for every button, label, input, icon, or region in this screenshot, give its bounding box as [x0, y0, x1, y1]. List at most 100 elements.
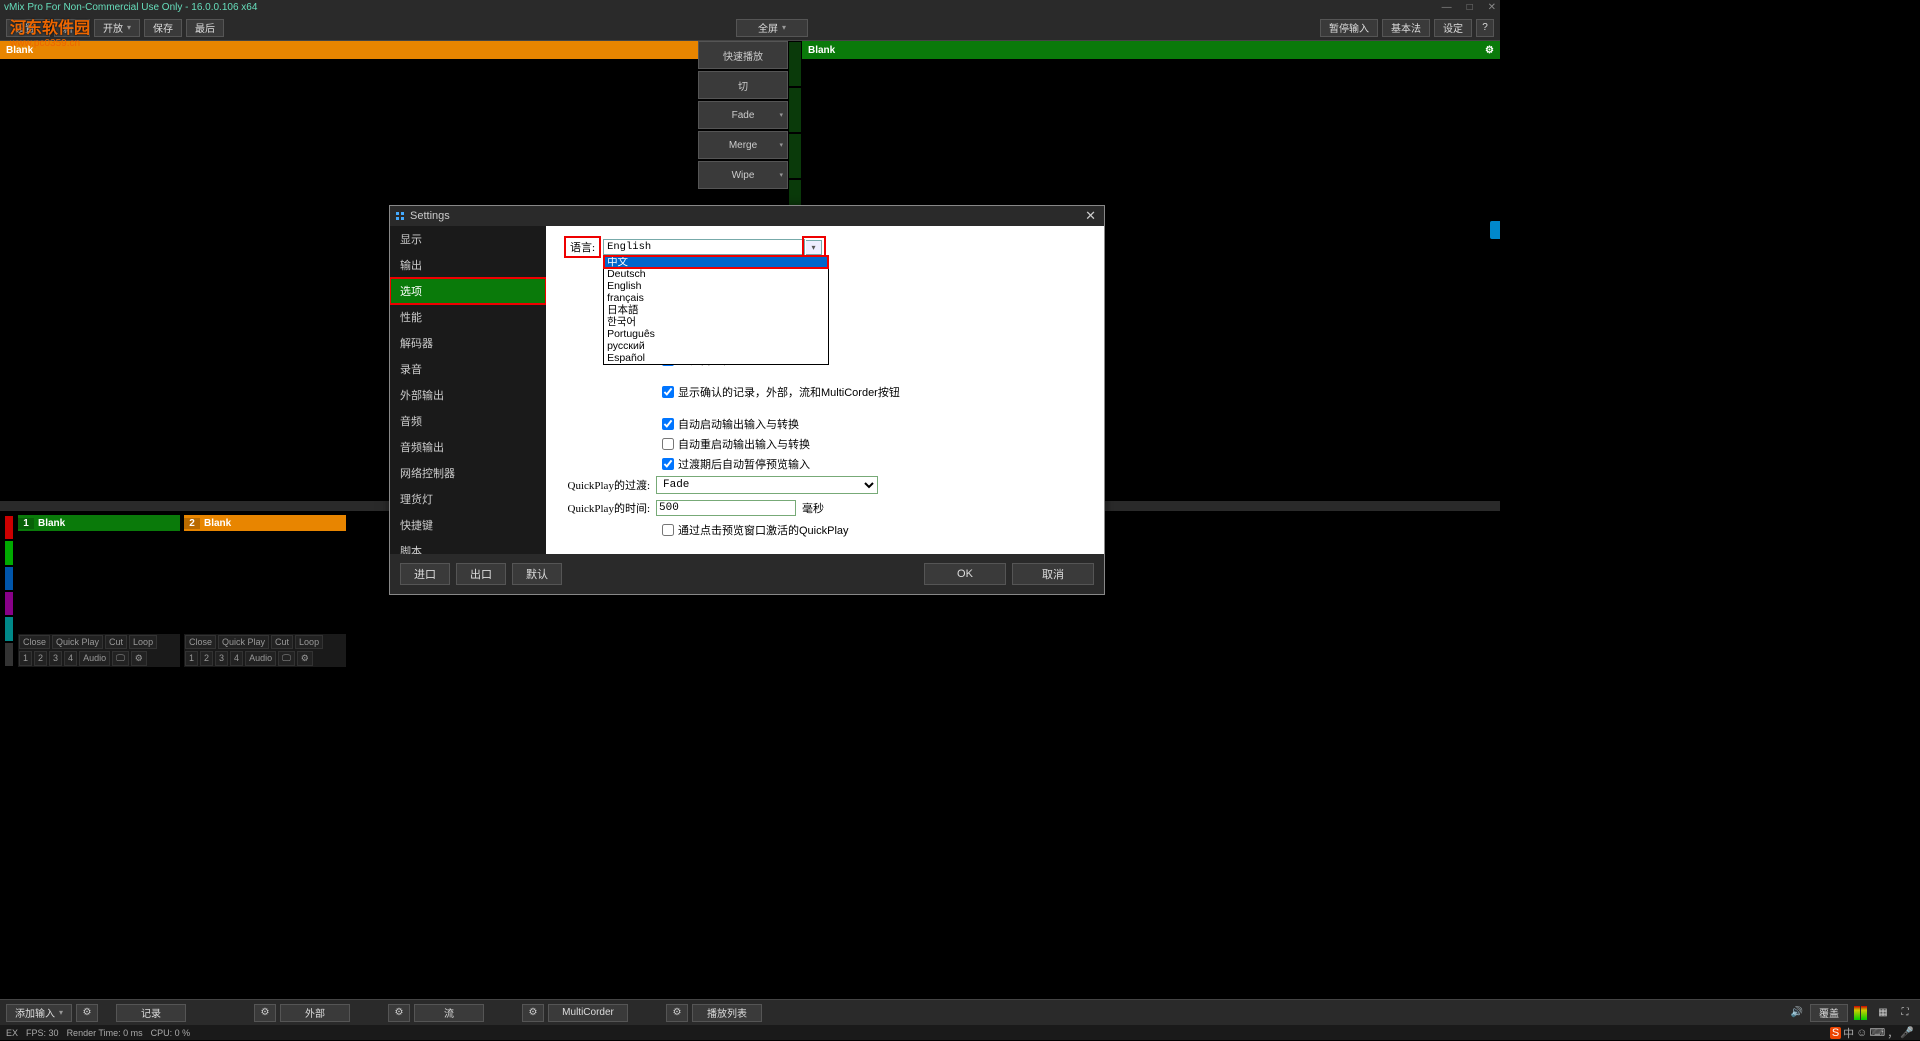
settings-button[interactable]: 设定 — [1434, 19, 1472, 37]
close-window-button[interactable]: ✕ — [1488, 2, 1496, 13]
category-tabs[interactable] — [4, 515, 14, 667]
sidebar-item-recording[interactable]: 录音 — [390, 356, 546, 382]
sidebar-item-options[interactable]: 选项 — [390, 278, 546, 304]
input-quickplay[interactable]: Quick Play — [52, 635, 103, 649]
input-overlay-2[interactable]: 2 — [34, 651, 47, 666]
input-close[interactable]: Close — [185, 635, 216, 649]
cut-button[interactable]: 切 — [698, 71, 788, 99]
input-loop[interactable]: Loop — [295, 635, 323, 649]
input-card-2[interactable]: 2 Blank Close Quick Play Cut Loop 1 2 3 … — [184, 515, 346, 667]
sidebar-item-external-output[interactable]: 外部输出 — [390, 382, 546, 408]
external-button[interactable]: 外部 — [280, 1004, 350, 1022]
input-overlay-1[interactable]: 1 — [19, 651, 32, 666]
sidebar-item-shortcuts[interactable]: 快捷键 — [390, 512, 546, 538]
input-cut[interactable]: Cut — [105, 635, 127, 649]
quickplay-button[interactable]: 快速播放 — [698, 41, 788, 69]
ime-comma-icon[interactable]: ， — [1887, 1025, 1898, 1041]
ime-s-icon[interactable]: S — [1830, 1027, 1841, 1039]
minimize-button[interactable]: — — [1442, 2, 1452, 13]
input-overlay-3[interactable]: 3 — [49, 651, 62, 666]
input-close[interactable]: Close — [19, 635, 50, 649]
wipe-button[interactable]: Wipe — [698, 161, 788, 189]
stream-button[interactable]: 流 — [414, 1004, 484, 1022]
ok-button[interactable]: OK — [924, 563, 1006, 585]
maximize-button[interactable]: □ — [1467, 2, 1473, 13]
lang-option-es[interactable]: Español — [604, 352, 828, 364]
multicorder-gear-icon[interactable]: ⚙ — [522, 1004, 544, 1022]
ime-keyboard-icon[interactable]: ⌨ — [1869, 1026, 1885, 1039]
quickplay-time-input[interactable] — [656, 500, 796, 516]
sidebar-item-performance[interactable]: 性能 — [390, 304, 546, 330]
sidebar-item-audio[interactable]: 音频 — [390, 408, 546, 434]
chevron-down-icon[interactable]: ▾ — [806, 240, 822, 255]
lang-option-de[interactable]: Deutsch — [604, 268, 828, 280]
ime-zhong-icon[interactable]: 中 — [1843, 1025, 1854, 1041]
sidebar-item-scripts[interactable]: 脚本 — [390, 538, 546, 554]
input-overlay-3[interactable]: 3 — [215, 651, 228, 666]
last-button[interactable]: 最后 — [186, 19, 224, 37]
lang-option-fr[interactable]: français — [604, 292, 828, 304]
input-2-thumb[interactable] — [184, 531, 346, 634]
chk-activate-click[interactable] — [662, 524, 674, 536]
sidebar-item-web-controller[interactable]: 网络控制器 — [390, 460, 546, 486]
fullscreen-button[interactable]: 全屏 — [736, 19, 808, 37]
vu-icon[interactable] — [1852, 1005, 1870, 1021]
dialog-close-icon[interactable]: ✕ — [1081, 208, 1100, 224]
chk-auto-start[interactable] — [662, 418, 674, 430]
language-combo-value[interactable]: English — [603, 239, 805, 255]
import-button[interactable]: 进口 — [400, 563, 450, 585]
input-overlay-4[interactable]: 4 — [64, 651, 77, 666]
input-quickplay[interactable]: Quick Play — [218, 635, 269, 649]
sidebar-item-audio-output[interactable]: 音频输出 — [390, 434, 546, 460]
default-button[interactable]: 默认 — [512, 563, 562, 585]
input-gear-icon[interactable]: ⚙ — [297, 651, 313, 666]
preview-right-gear-icon[interactable]: ⚙ — [1485, 45, 1494, 56]
overlay-button[interactable]: 覆盖 — [1810, 1004, 1848, 1022]
save-button[interactable]: 保存 — [144, 19, 182, 37]
input-loop[interactable]: Loop — [129, 635, 157, 649]
volume-icon[interactable]: 🔊 — [1788, 1005, 1806, 1021]
basic-button[interactable]: 基本法 — [1382, 19, 1430, 37]
input-overlay-2[interactable]: 2 — [200, 651, 213, 666]
ime-smile-icon[interactable]: ☺ — [1856, 1027, 1867, 1039]
export-button[interactable]: 出口 — [456, 563, 506, 585]
expand-icon[interactable]: ⛶ — [1896, 1005, 1914, 1021]
help-button[interactable]: ? — [1476, 19, 1494, 37]
input-1-thumb[interactable] — [18, 531, 180, 634]
input-monitor-icon[interactable]: 🖵 — [112, 651, 129, 666]
input-overlay-1[interactable]: 1 — [185, 651, 198, 666]
input-card-1[interactable]: 1 Blank Close Quick Play Cut Loop 1 2 3 … — [18, 515, 180, 667]
input-monitor-icon[interactable]: 🖵 — [278, 651, 295, 666]
chk-auto-restart[interactable] — [662, 438, 674, 450]
pause-input-button[interactable]: 暂停输入 — [1320, 19, 1378, 37]
playlist-gear-icon[interactable]: ⚙ — [666, 1004, 688, 1022]
merge-button[interactable]: Merge — [698, 131, 788, 159]
multicorder-button[interactable]: MultiCorder — [548, 1004, 628, 1022]
record-button[interactable]: 记录 — [116, 1004, 186, 1022]
sidebar-item-tally[interactable]: 理货灯 — [390, 486, 546, 512]
sidebar-item-output[interactable]: 输出 — [390, 252, 546, 278]
input-cut[interactable]: Cut — [271, 635, 293, 649]
language-select[interactable]: English ▾ 中文 Deutsch English français 日本… — [603, 239, 823, 256]
lang-option-pt[interactable]: Português — [604, 328, 828, 340]
add-input-button[interactable]: 添加输入 — [6, 1004, 72, 1022]
chk-pause-after[interactable] — [662, 458, 674, 470]
ime-mic-icon[interactable]: 🎤 — [1900, 1026, 1914, 1039]
add-input-gear-icon[interactable]: ⚙ — [76, 1004, 98, 1022]
lang-option-en[interactable]: English — [604, 280, 828, 292]
open-button[interactable]: 开放 — [94, 19, 140, 37]
external-gear-icon[interactable]: ⚙ — [254, 1004, 276, 1022]
cancel-button[interactable]: 取消 — [1012, 563, 1094, 585]
quickplay-transition-select[interactable]: Fade — [656, 476, 878, 494]
input-gear-icon[interactable]: ⚙ — [131, 651, 147, 666]
stream-gear-icon[interactable]: ⚙ — [388, 1004, 410, 1022]
chk-show-confirm[interactable] — [662, 386, 674, 398]
playlist-button[interactable]: 播放列表 — [692, 1004, 762, 1022]
side-tab[interactable] — [1490, 221, 1500, 239]
lang-option-ru[interactable]: русский — [604, 340, 828, 352]
lang-option-ko[interactable]: 한국어 — [604, 316, 828, 328]
grid-icon[interactable]: ▦ — [1874, 1005, 1892, 1021]
lang-option-zh[interactable]: 中文 — [604, 256, 828, 268]
sidebar-item-decoder[interactable]: 解码器 — [390, 330, 546, 356]
fade-button[interactable]: Fade — [698, 101, 788, 129]
